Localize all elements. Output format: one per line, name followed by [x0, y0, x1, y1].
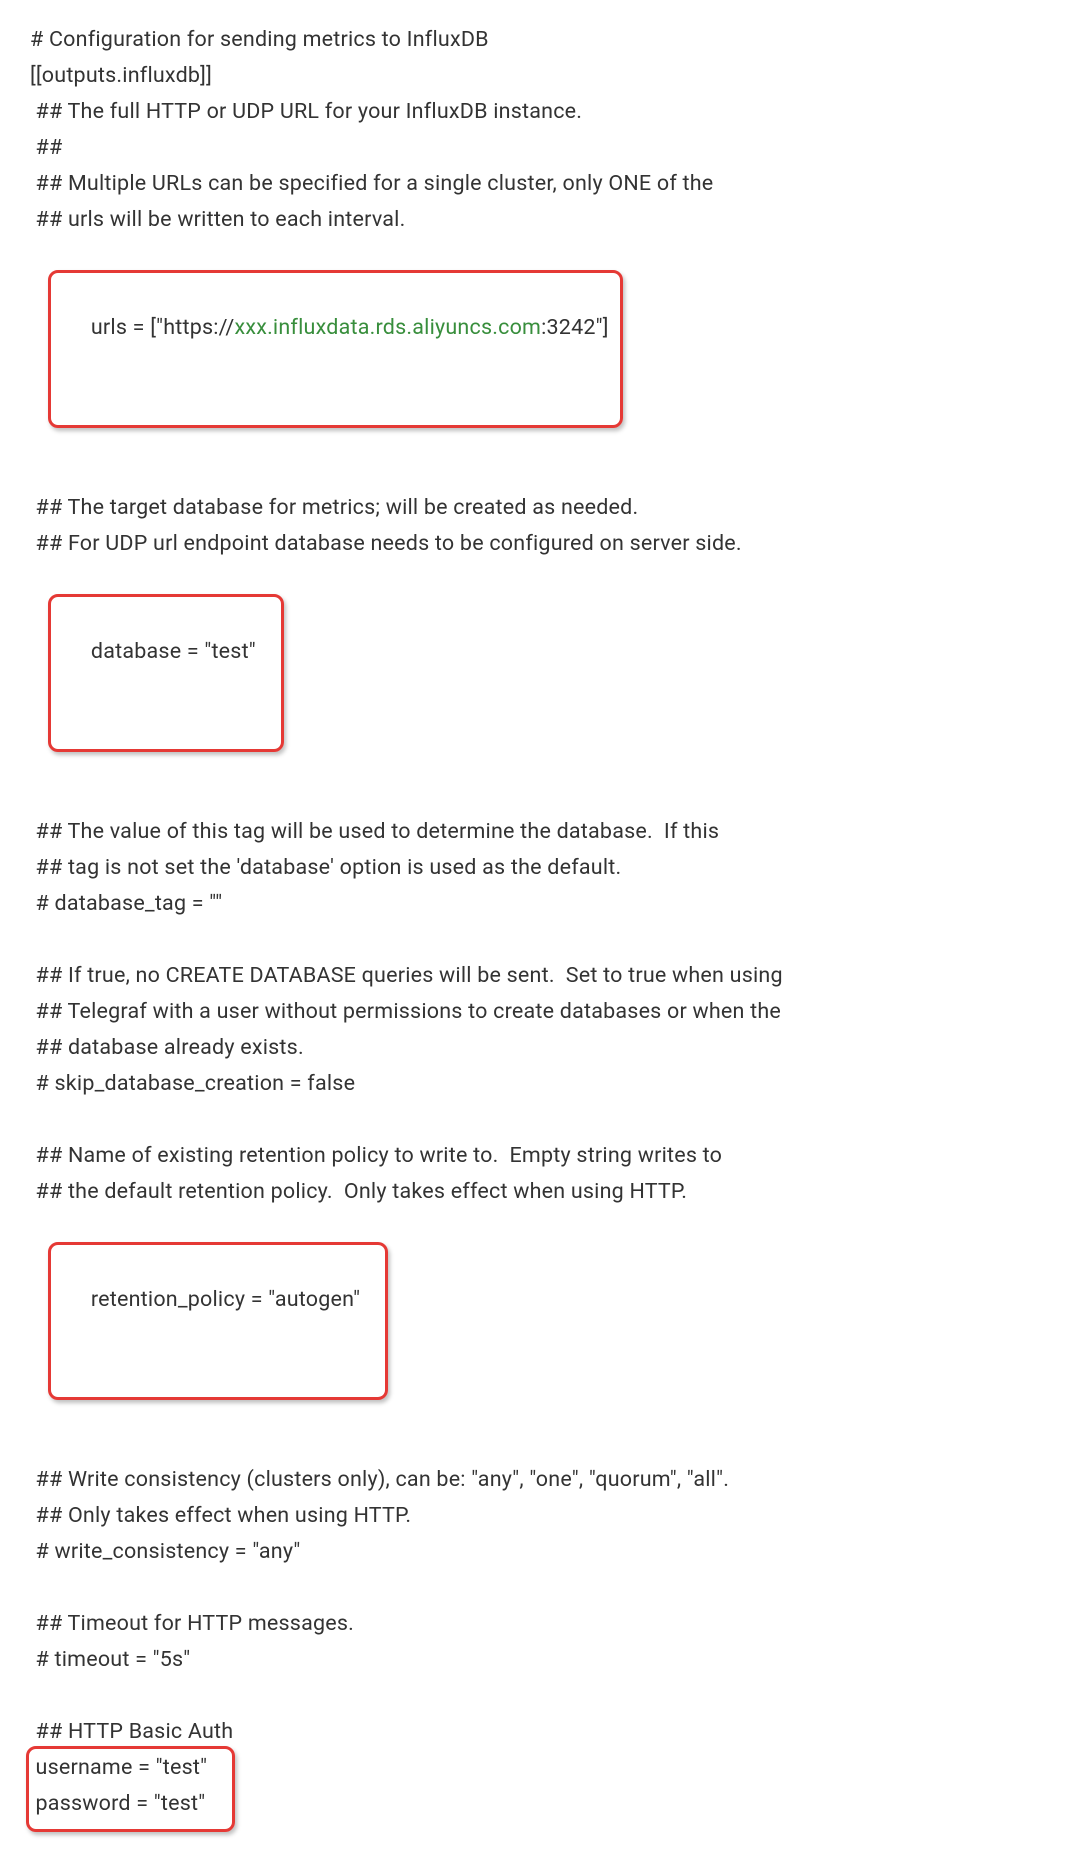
- retention-assignment: retention_policy = "autogen": [30, 1210, 1058, 1426]
- timeout-comment: ## Timeout for HTTP messages.: [30, 1606, 1058, 1642]
- urls-prefix: urls = ["https://: [85, 315, 234, 340]
- password-assignment: password = "test": [30, 1786, 207, 1822]
- urls-assignment: urls = ["https://xxx.influxdata.rds.aliy…: [30, 238, 1058, 454]
- comment-header: # Configuration for sending metrics to I…: [30, 22, 1058, 58]
- urls-host-link[interactable]: xxx.influxdata.rds.aliyuncs.com: [234, 315, 541, 340]
- highlight-box: [48, 270, 622, 428]
- skip-db-comment: ## Telegraf with a user without permissi…: [30, 994, 1058, 1030]
- retention-comment: ## Name of existing retention policy to …: [30, 1138, 1058, 1174]
- database-comment: ## For UDP url endpoint database needs t…: [30, 526, 1058, 562]
- config-file: # Configuration for sending metrics to I…: [30, 22, 1058, 1822]
- write-consistency-comment: ## Write consistency (clusters only), ca…: [30, 1462, 1058, 1498]
- skip-db-comment: ## database already exists.: [30, 1030, 1058, 1066]
- database-tag-comment: ## tag is not set the 'database' option …: [30, 850, 1058, 886]
- section-header: [[outputs.influxdb]]: [30, 58, 1058, 94]
- database-comment: ## The target database for metrics; will…: [30, 490, 1058, 526]
- username-assignment: username = "test": [30, 1750, 207, 1786]
- write-consistency-assignment: # write_consistency = "any": [30, 1534, 1058, 1570]
- write-consistency-comment: ## Only takes effect when using HTTP.: [30, 1498, 1058, 1534]
- highlight-box: [48, 1242, 388, 1400]
- retention-comment: ## the default retention policy. Only ta…: [30, 1174, 1058, 1210]
- urls-comment: ## Multiple URLs can be specified for a …: [30, 166, 1058, 202]
- timeout-assignment: # timeout = "5s": [30, 1642, 1058, 1678]
- highlight-box: [48, 594, 284, 752]
- database-tag-assignment: # database_tag = "": [30, 886, 1058, 922]
- urls-comment: ## The full HTTP or UDP URL for your Inf…: [30, 94, 1058, 130]
- urls-suffix: :3242"]: [541, 315, 609, 340]
- auth-comment: ## HTTP Basic Auth: [30, 1714, 1058, 1750]
- urls-comment: ##: [30, 130, 1058, 166]
- database-assignment: database = "test": [30, 562, 1058, 778]
- urls-comment: ## urls will be written to each interval…: [30, 202, 1058, 238]
- database-tag-comment: ## The value of this tag will be used to…: [30, 814, 1058, 850]
- skip-db-comment: ## If true, no CREATE DATABASE queries w…: [30, 958, 1058, 994]
- skip-db-assignment: # skip_database_creation = false: [30, 1066, 1058, 1102]
